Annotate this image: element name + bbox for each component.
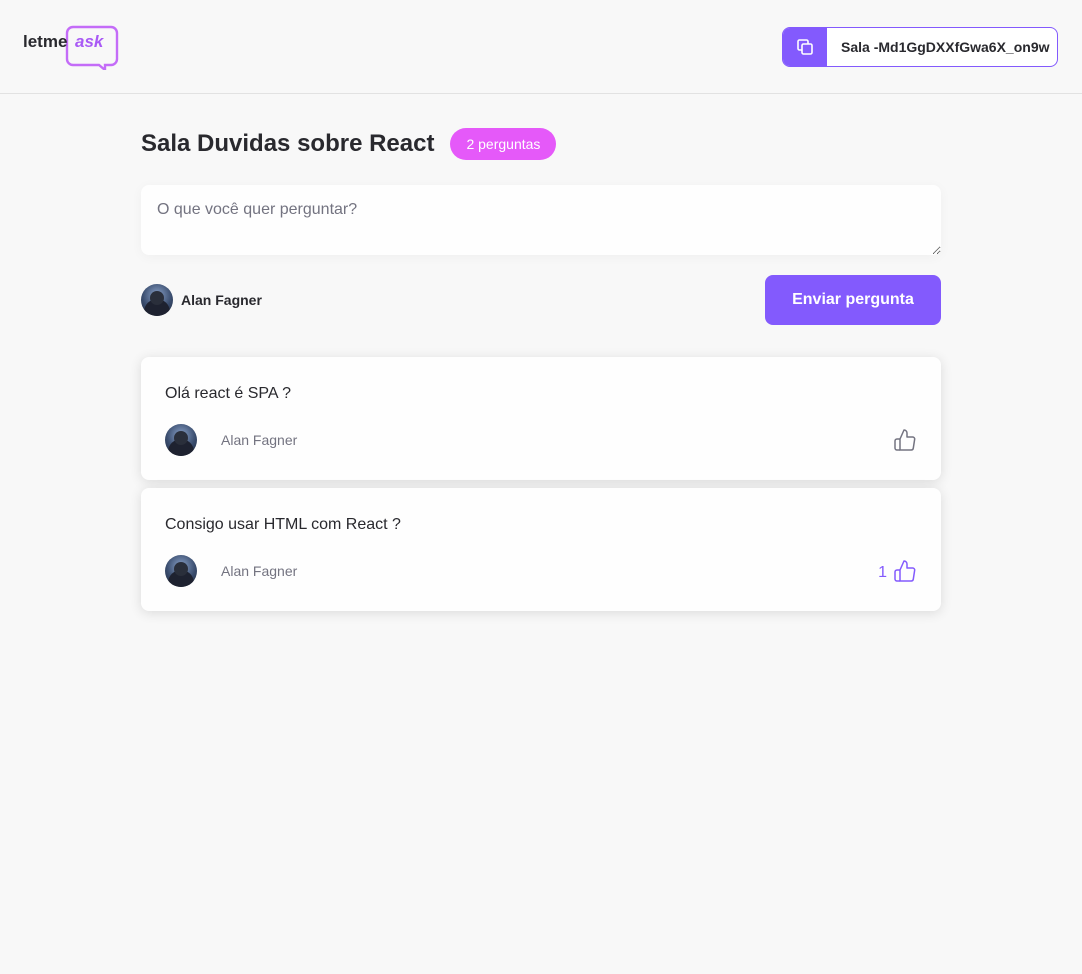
question-count-badge: 2 perguntas bbox=[450, 128, 557, 160]
question-footer: Alan Fagner 1 bbox=[165, 555, 917, 587]
question-input[interactable] bbox=[141, 185, 941, 255]
question-author-name: Alan Fagner bbox=[221, 563, 298, 579]
question-content: Consigo usar HTML com React ? bbox=[165, 516, 401, 533]
question-author: Alan Fagner bbox=[165, 424, 297, 456]
thumbs-up-icon bbox=[894, 429, 916, 451]
current-user-name: Alan Fagner bbox=[181, 292, 262, 308]
current-user: Alan Fagner bbox=[141, 284, 262, 316]
question-card: Olá react é SPA ? Alan Fagner bbox=[141, 357, 941, 480]
room-code-button[interactable]: Sala -Md1GgDXXfGwa6X_on9w bbox=[782, 27, 1058, 67]
send-question-button[interactable]: Enviar pergunta bbox=[765, 275, 941, 325]
room-code-text: Sala -Md1GgDXXfGwa6X_on9w bbox=[841, 39, 1050, 55]
logo-text-main: letme bbox=[23, 32, 67, 51]
question-content: Olá react é SPA ? bbox=[165, 385, 291, 402]
like-count: 1 bbox=[878, 564, 887, 581]
copy-icon[interactable] bbox=[783, 28, 827, 66]
app-header: letme ask Sala -Md1GgDXXfGwa6X_on9w bbox=[0, 0, 1082, 94]
question-author: Alan Fagner bbox=[165, 555, 297, 587]
avatar bbox=[165, 555, 197, 587]
letmeask-logo[interactable]: letme ask bbox=[23, 24, 119, 70]
question-author-name: Alan Fagner bbox=[221, 432, 298, 448]
question-card: Consigo usar HTML com React ? Alan Fagne… bbox=[141, 488, 941, 611]
page-title: Sala Duvidas sobre React bbox=[141, 130, 435, 157]
thumbs-up-icon bbox=[894, 560, 916, 582]
like-button[interactable] bbox=[887, 428, 917, 452]
avatar bbox=[165, 424, 197, 456]
logo-text-accent: ask bbox=[75, 32, 105, 51]
logo-graphic: letme ask bbox=[23, 25, 119, 70]
like-button[interactable]: 1 bbox=[878, 559, 917, 583]
question-footer: Alan Fagner bbox=[165, 424, 917, 456]
avatar bbox=[141, 284, 173, 316]
form-footer: Alan Fagner Enviar pergunta bbox=[141, 275, 941, 325]
room-title-row: Sala Duvidas sobre React 2 perguntas bbox=[141, 128, 557, 160]
